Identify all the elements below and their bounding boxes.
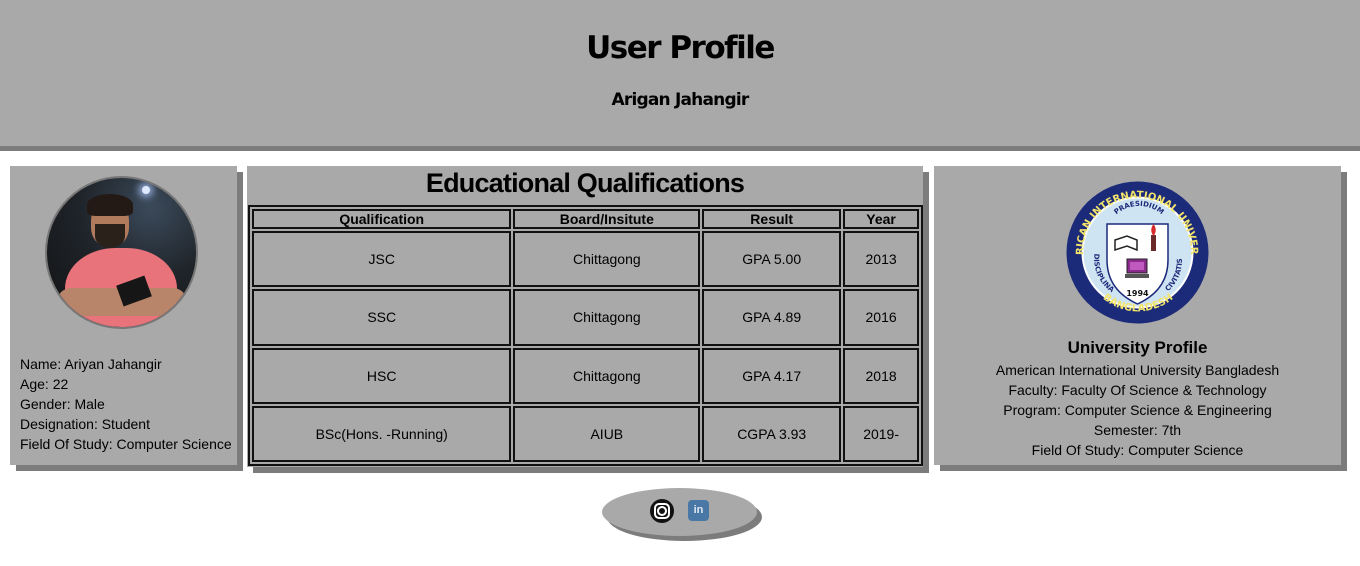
table-cell: SSC	[252, 289, 512, 346]
table-row: HSC Chittagong GPA 4.17 2018	[252, 347, 919, 404]
table-row: JSC Chittagong GPA 5.00 2013	[252, 231, 919, 288]
university-info: University Profile American Internationa…	[934, 338, 1341, 460]
profile-field-of-study: Field Of Study: Computer Science	[20, 436, 232, 452]
university-semester: Semester: 7th	[1093, 422, 1182, 438]
table-cell: GPA 4.89	[702, 289, 842, 346]
university-heading: University Profile	[1067, 338, 1208, 357]
university-field-of-study: Field Of Study: Computer Science	[1031, 442, 1244, 458]
avatar	[45, 176, 198, 329]
table-cell: Chittagong	[513, 289, 701, 346]
education-card: Educational Qualifications Qualification…	[247, 166, 923, 467]
table-cell: JSC	[252, 231, 512, 288]
profile-designation: Designation: Student	[20, 416, 150, 432]
page-subtitle: Arigan Jahangir	[611, 90, 750, 110]
page-title: User Profile	[586, 30, 775, 66]
university-name: American International University Bangla…	[995, 362, 1280, 378]
instagram-icon[interactable]	[650, 499, 674, 523]
table-cell: GPA 4.17	[702, 347, 842, 404]
university-card: AMERICAN INTERNATIONAL UNIVERSITY BANGLA…	[934, 166, 1341, 465]
column-header: Result	[702, 209, 842, 229]
linkedin-icon[interactable]: in	[688, 500, 709, 521]
table-cell: 2013	[843, 231, 919, 288]
university-logo: AMERICAN INTERNATIONAL UNIVERSITY BANGLA…	[1065, 180, 1209, 324]
social-links: in	[602, 488, 757, 536]
table-cell: 2019-	[843, 405, 919, 462]
table-cell: AIUB	[513, 405, 701, 462]
education-table: Qualification Board/Insitute Result Year…	[248, 205, 923, 466]
profile-gender: Gender: Male	[20, 396, 105, 412]
table-cell: CGPA 3.93	[702, 405, 842, 462]
column-header: Board/Insitute	[513, 209, 701, 229]
university-program: Program: Computer Science & Engineering	[1003, 402, 1272, 418]
table-cell: 2016	[843, 289, 919, 346]
table-cell: BSc(Hons. -Running)	[252, 405, 512, 462]
education-title: Educational Qualifications	[425, 168, 745, 198]
page-header: User Profile Arigan Jahangir	[0, 0, 1360, 146]
table-cell: HSC	[252, 347, 512, 404]
profile-info: Name: Ariyan Jahangir Age: 22 Gender: Ma…	[20, 354, 232, 454]
svg-text:1994: 1994	[1126, 289, 1149, 298]
table-row: SSC Chittagong GPA 4.89 2016	[252, 289, 919, 346]
column-header: Year	[843, 209, 919, 229]
table-cell: Chittagong	[513, 231, 701, 288]
profile-age: Age: 22	[20, 376, 69, 392]
profile-name: Name: Ariyan Jahangir	[20, 356, 162, 372]
table-header-row: Qualification Board/Insitute Result Year	[252, 209, 919, 229]
table-cell: Chittagong	[513, 347, 701, 404]
profile-card: Name: Ariyan Jahangir Age: 22 Gender: Ma…	[10, 166, 237, 465]
column-header: Qualification	[252, 209, 512, 229]
table-row: BSc(Hons. -Running) AIUB CGPA 3.93 2019-	[252, 405, 919, 462]
table-cell: 2018	[843, 347, 919, 404]
table-cell: GPA 5.00	[702, 231, 842, 288]
university-faculty: Faculty: Faculty Of Science & Technology	[1008, 382, 1267, 398]
